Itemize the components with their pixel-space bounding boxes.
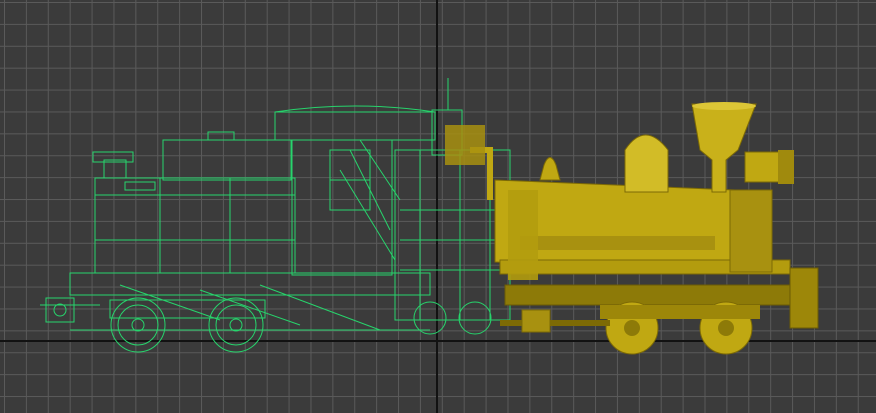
- wheel-hub: [229, 318, 243, 332]
- orthographic-viewport[interactable]: [0, 0, 876, 413]
- rear-bumper: [45, 297, 75, 323]
- wheel-hub: [131, 318, 145, 332]
- cab-roof: [274, 111, 436, 141]
- wheel-hub: [624, 320, 640, 336]
- wheel-rim: [117, 304, 159, 346]
- wheel-hub: [718, 320, 734, 336]
- wheel: [208, 297, 264, 353]
- rear-coupler: [53, 303, 67, 317]
- drive-wheel-wire: [413, 301, 447, 335]
- boiler-band: [520, 236, 715, 250]
- drive-wheel-wire: [458, 301, 492, 335]
- tender-handrail: [124, 181, 156, 191]
- front-frame: [504, 284, 806, 306]
- sand-dome: [624, 134, 669, 193]
- wheel-rim: [215, 304, 257, 346]
- dome-shaded: [445, 125, 485, 165]
- front-truck: [600, 301, 760, 355]
- rear-truck: [109, 297, 266, 353]
- tender-coal-bunker: [103, 159, 127, 179]
- tender-filler-cap: [207, 131, 235, 141]
- headlamp-lens: [778, 150, 794, 184]
- cab-body: [291, 139, 393, 276]
- locomotive-wireframe[interactable]: [40, 78, 511, 353]
- truck-frame: [600, 305, 760, 319]
- driveshaft: [500, 320, 610, 326]
- cab-roof-curve: [274, 105, 436, 113]
- tender-tank: [94, 177, 296, 274]
- wheel: [110, 297, 166, 353]
- cylinder: [521, 309, 551, 333]
- firebox-shaded: [508, 190, 538, 280]
- smokebox: [729, 189, 773, 273]
- tender-water-hatch-box: [162, 139, 292, 181]
- pilot-beam: [789, 267, 819, 329]
- scene-canvas: [0, 0, 876, 413]
- bell: [539, 157, 561, 181]
- stack-rim: [692, 102, 756, 110]
- main-frame: [69, 272, 431, 296]
- locomotive-shaded[interactable]: [445, 102, 819, 355]
